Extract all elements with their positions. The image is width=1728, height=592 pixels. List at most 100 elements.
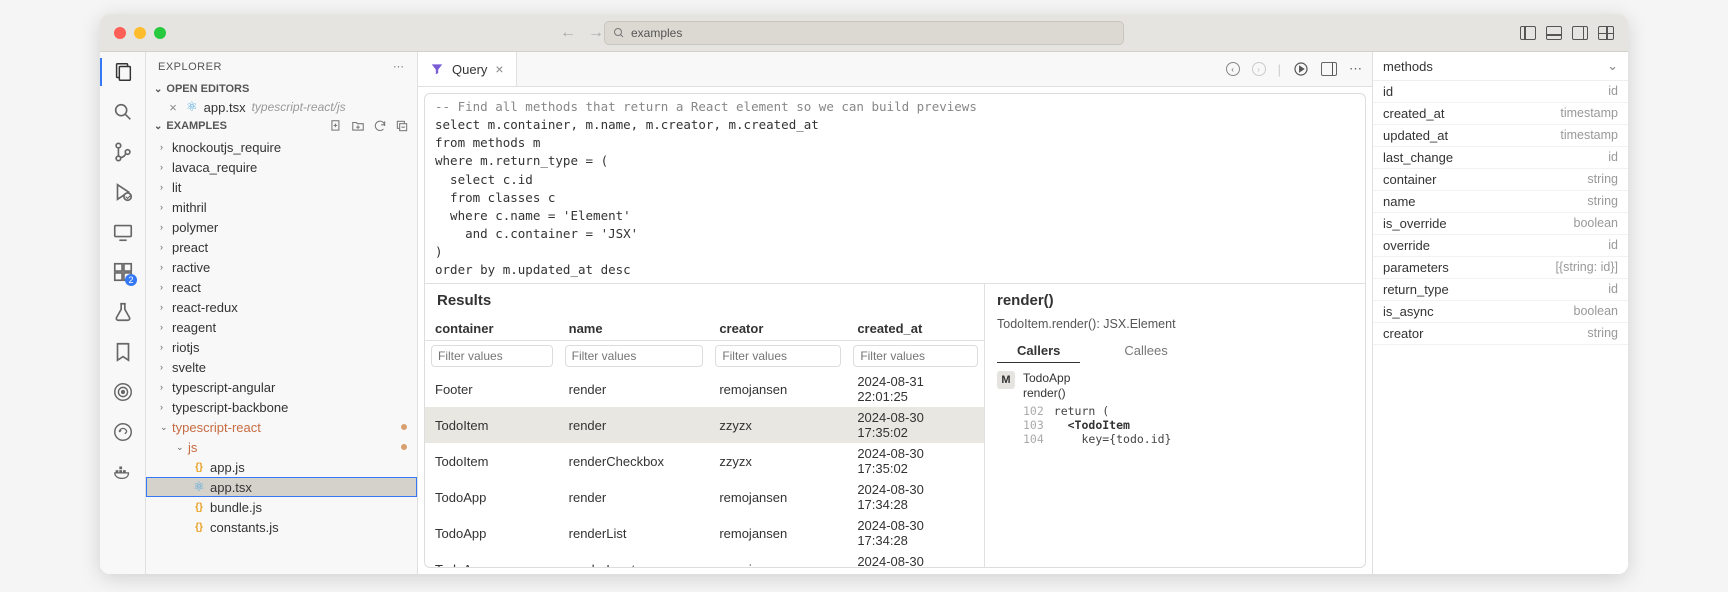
item-name: react xyxy=(172,280,201,295)
folder-item[interactable]: ›reagent xyxy=(146,317,417,337)
folder-item[interactable]: ›react-redux xyxy=(146,297,417,317)
tab-callers[interactable]: Callers xyxy=(997,339,1080,363)
schema-field-row[interactable]: creatorstring xyxy=(1373,323,1628,345)
column-header[interactable]: creator xyxy=(709,317,847,341)
table-row[interactable]: TodoItemrenderzzyzx2024-08-30 17:35:02 xyxy=(425,407,984,443)
close-tab-icon[interactable]: × xyxy=(495,61,503,77)
flask-icon[interactable] xyxy=(111,300,135,324)
column-header[interactable]: name xyxy=(559,317,710,341)
nav-forward-icon[interactable]: → xyxy=(588,24,604,42)
folder-item[interactable]: ›preact xyxy=(146,237,417,257)
new-folder-icon[interactable] xyxy=(351,119,365,133)
explorer-icon[interactable] xyxy=(111,60,135,84)
folder-item[interactable]: ›react xyxy=(146,277,417,297)
remote-icon[interactable] xyxy=(111,220,135,244)
schema-field-row[interactable]: idid xyxy=(1373,81,1628,103)
table-row[interactable]: TodoItemrenderCheckboxzzyzx2024-08-30 17… xyxy=(425,443,984,479)
table-row[interactable]: Footerrenderremojansen2024-08-31 22:01:2… xyxy=(425,371,984,407)
item-name: mithril xyxy=(172,200,207,215)
docker-icon[interactable] xyxy=(111,460,135,484)
bookmark-icon[interactable] xyxy=(111,340,135,364)
source-control-icon[interactable] xyxy=(111,140,135,164)
folder-item[interactable]: ›typescript-angular xyxy=(146,377,417,397)
folder-item[interactable]: ›polymer xyxy=(146,217,417,237)
item-name: svelte xyxy=(172,360,206,375)
toggle-left-panel-icon[interactable] xyxy=(1520,26,1536,40)
schema-field-row[interactable]: updated_attimestamp xyxy=(1373,125,1628,147)
file-item[interactable]: {}app.js xyxy=(146,457,417,477)
schema-field-row[interactable]: created_attimestamp xyxy=(1373,103,1628,125)
schema-field-row[interactable]: is_overrideboolean xyxy=(1373,213,1628,235)
chevron-right-icon: › xyxy=(160,302,172,312)
schema-field-row[interactable]: return_typeid xyxy=(1373,279,1628,301)
target-icon[interactable] xyxy=(111,380,135,404)
field-name: updated_at xyxy=(1383,128,1448,143)
split-editor-icon[interactable] xyxy=(1321,62,1337,76)
run-query-icon[interactable] xyxy=(1293,61,1309,77)
filter-input[interactable] xyxy=(853,345,978,367)
more-actions-icon[interactable]: ⋯ xyxy=(1349,61,1362,77)
window-maximize[interactable] xyxy=(154,27,166,39)
folder-item[interactable]: ›lit xyxy=(146,177,417,197)
filter-input[interactable] xyxy=(565,345,704,367)
schema-field-row[interactable]: containerstring xyxy=(1373,169,1628,191)
schema-field-row[interactable]: overrideid xyxy=(1373,235,1628,257)
folder-item[interactable]: ›knockoutjs_require xyxy=(146,137,417,157)
layout-grid-icon[interactable] xyxy=(1598,26,1614,40)
toggle-right-panel-icon[interactable] xyxy=(1572,26,1588,40)
refresh-icon[interactable] xyxy=(373,119,387,133)
file-item[interactable]: {}bundle.js xyxy=(146,497,417,517)
schema-field-row[interactable]: namestring xyxy=(1373,191,1628,213)
folder-item[interactable]: ›lavaca_require xyxy=(146,157,417,177)
folder-item[interactable]: ›svelte xyxy=(146,357,417,377)
collapse-all-icon[interactable] xyxy=(395,119,409,133)
schema-field-row[interactable]: parameters[{string: id}] xyxy=(1373,257,1628,279)
command-search[interactable]: examples xyxy=(604,21,1124,45)
open-editor-item[interactable]: × ⚛ app.tsx typescript-react/js xyxy=(146,97,417,117)
window-minimize[interactable] xyxy=(134,27,146,39)
table-row[interactable]: TodoApprenderListremojansen2024-08-30 17… xyxy=(425,515,984,551)
nav-prev-icon[interactable]: ‹ xyxy=(1226,62,1240,76)
table-row[interactable]: TodoApprenderInputremojansen2024-08-30 1… xyxy=(425,551,984,567)
filter-input[interactable] xyxy=(715,345,841,367)
tab-query[interactable]: Query × xyxy=(418,52,517,86)
schema-field-row[interactable]: last_changeid xyxy=(1373,147,1628,169)
filter-input[interactable] xyxy=(431,345,553,367)
table-row[interactable]: TodoApprenderremojansen2024-08-30 17:34:… xyxy=(425,479,984,515)
tab-callees[interactable]: Callees xyxy=(1104,339,1187,363)
folder-item[interactable]: ›mithril xyxy=(146,197,417,217)
column-header[interactable]: created_at xyxy=(847,317,984,341)
column-header[interactable]: container xyxy=(425,317,559,341)
explorer-header: EXPLORER ⋯ xyxy=(146,52,417,81)
open-editors-header[interactable]: ⌄ OPEN EDITORS xyxy=(146,81,417,97)
close-editor-icon[interactable]: × xyxy=(166,100,180,115)
folder-item[interactable]: ⌄typescript-react xyxy=(146,417,417,437)
folder-item[interactable]: ⌄js xyxy=(146,437,417,457)
explorer-more-icon[interactable]: ⋯ xyxy=(393,60,405,73)
titlebar-layout-controls xyxy=(1520,26,1614,40)
caller-item[interactable]: M TodoApp render() xyxy=(985,365,1365,402)
examples-header[interactable]: ⌄ EXAMPLES xyxy=(146,117,417,135)
folder-item[interactable]: ›typescript-backbone xyxy=(146,397,417,417)
results-table: containernamecreatorcreated_at Footerren… xyxy=(425,317,984,567)
folder-item[interactable]: ›riotjs xyxy=(146,337,417,357)
sql-editor[interactable]: -- Find all methods that return a React … xyxy=(425,94,1365,283)
nav-back-icon[interactable]: ← xyxy=(560,24,576,42)
new-file-icon[interactable] xyxy=(329,119,343,133)
file-item[interactable]: {}constants.js xyxy=(146,517,417,537)
nav-next-icon[interactable]: › xyxy=(1252,62,1266,76)
toggle-bottom-panel-icon[interactable] xyxy=(1546,26,1562,40)
folder-item[interactable]: ›ractive xyxy=(146,257,417,277)
schema-header[interactable]: methods ⌄ xyxy=(1373,52,1628,81)
field-name: container xyxy=(1383,172,1436,187)
table-cell: render xyxy=(559,371,710,407)
item-name: reagent xyxy=(172,320,216,335)
item-name: knockoutjs_require xyxy=(172,140,281,155)
window-close[interactable] xyxy=(114,27,126,39)
cloud-sync-icon[interactable] xyxy=(111,420,135,444)
file-item[interactable]: ⚛app.tsx xyxy=(146,477,417,497)
search-sidebar-icon[interactable] xyxy=(111,100,135,124)
extensions-icon[interactable]: 2 xyxy=(111,260,135,284)
run-debug-icon[interactable] xyxy=(111,180,135,204)
schema-field-row[interactable]: is_asyncboolean xyxy=(1373,301,1628,323)
